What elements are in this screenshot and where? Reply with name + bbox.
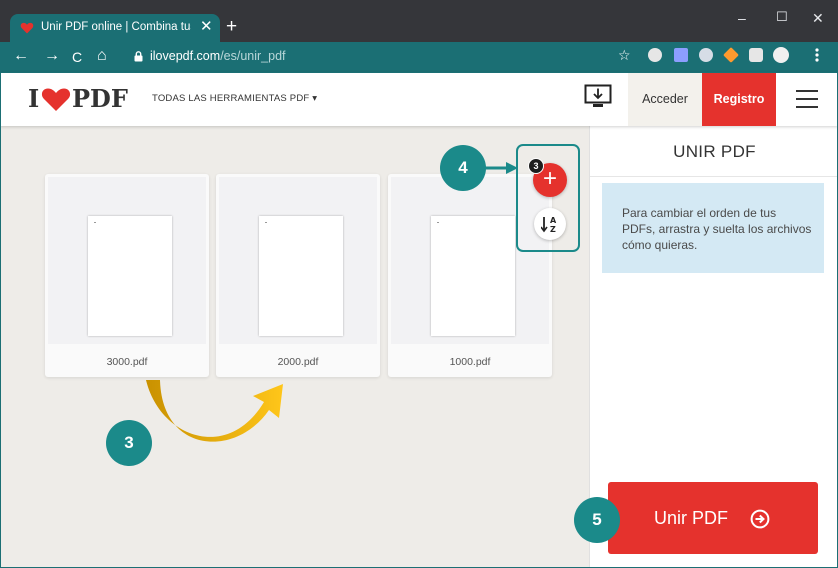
step-4-arrow-icon: [484, 162, 518, 174]
file-workspace: 3000.pdf 2000.pdf 1000.pdf: [0, 126, 589, 568]
file-card[interactable]: 2000.pdf: [216, 174, 380, 377]
browser-menu-icon[interactable]: [815, 48, 819, 62]
url-text: ilovepdf.com/es/unir_pdf: [150, 49, 286, 63]
reorder-arrow-icon: [146, 380, 283, 442]
pdf-page-thumbnail: [88, 216, 172, 336]
svg-text:A: A: [550, 216, 557, 225]
info-message: Para cambiar el orden de tus PDFs, arras…: [602, 183, 824, 273]
tab-close-icon[interactable]: ✕: [200, 17, 213, 37]
file-preview: [219, 177, 377, 344]
url-host: ilovepdf.com: [150, 49, 221, 63]
logo-text-pdf: PDF: [72, 84, 128, 113]
new-tab-button[interactable]: +: [226, 17, 237, 37]
merge-pdf-button[interactable]: Unir PDF: [608, 482, 818, 554]
address-bar[interactable]: ilovepdf.com/es/unir_pdf ☆: [118, 45, 640, 69]
puzzle-icon[interactable]: [749, 48, 763, 62]
facebook-icon[interactable]: [674, 48, 688, 62]
back-button[interactable]: ←: [13, 47, 29, 65]
signup-button[interactable]: Registro: [702, 72, 776, 126]
login-button[interactable]: Acceder: [628, 72, 702, 126]
url-path: /es/unir_pdf: [220, 49, 286, 63]
tab-title: Unir PDF online | Combina tus ar: [41, 21, 191, 33]
heart-icon: [20, 22, 34, 34]
lock-icon: [134, 51, 143, 62]
file-name: 1000.pdf: [449, 356, 491, 368]
site-header: I PDF TODAS LAS HERRAMIENTAS PDF ▾ Acced…: [0, 72, 838, 126]
panel-divider: [590, 176, 838, 177]
browser-tab[interactable]: Unir PDF online | Combina tus ar ✕: [10, 14, 220, 42]
sort-alphabetical-icon: A Z: [541, 216, 557, 234]
minimize-button[interactable]: –: [738, 10, 746, 26]
sort-button[interactable]: A Z: [534, 208, 566, 240]
step-5-badge: 5: [574, 497, 620, 543]
step-3-badge: 3: [106, 420, 152, 466]
tool-sidebar: UNIR PDF Para cambiar el orden de tus PD…: [589, 126, 838, 568]
profile-icon[interactable]: [773, 47, 789, 63]
file-preview: [48, 177, 206, 344]
forward-button[interactable]: →: [44, 47, 60, 65]
file-name: 2000.pdf: [277, 356, 319, 368]
desktop-download-icon[interactable]: [584, 84, 612, 110]
file-card[interactable]: 3000.pdf: [45, 174, 209, 377]
all-tools-menu[interactable]: TODAS LAS HERRAMIENTAS PDF ▾: [152, 93, 317, 104]
step-4-badge: 4: [440, 145, 486, 191]
hamburger-menu-icon[interactable]: [796, 90, 818, 108]
close-window-button[interactable]: ✕: [812, 10, 824, 26]
globe-icon[interactable]: [648, 48, 662, 62]
logo-letter-i: I: [28, 84, 40, 113]
home-button[interactable]: ⌂: [97, 47, 107, 65]
maximize-button[interactable]: ☐: [776, 9, 788, 25]
merge-button-label: Unir PDF: [654, 508, 729, 528]
bookmark-star-icon[interactable]: ☆: [618, 47, 631, 64]
reload-button[interactable]: C: [72, 48, 82, 66]
arrow-circle-right-icon: [750, 509, 770, 529]
pdf-page-thumbnail: [431, 216, 515, 336]
panel-title: UNIR PDF: [673, 142, 756, 161]
file-name: 3000.pdf: [106, 356, 148, 368]
pdf-page-thumbnail: [259, 216, 343, 336]
logo-heart-icon: [41, 88, 71, 111]
file-count-badge: 3: [528, 158, 544, 174]
svg-text:Z: Z: [550, 225, 556, 234]
speed-icon[interactable]: [699, 48, 713, 62]
browser-titlebar: Unir PDF online | Combina tus ar ✕ + – ☐…: [0, 0, 838, 42]
